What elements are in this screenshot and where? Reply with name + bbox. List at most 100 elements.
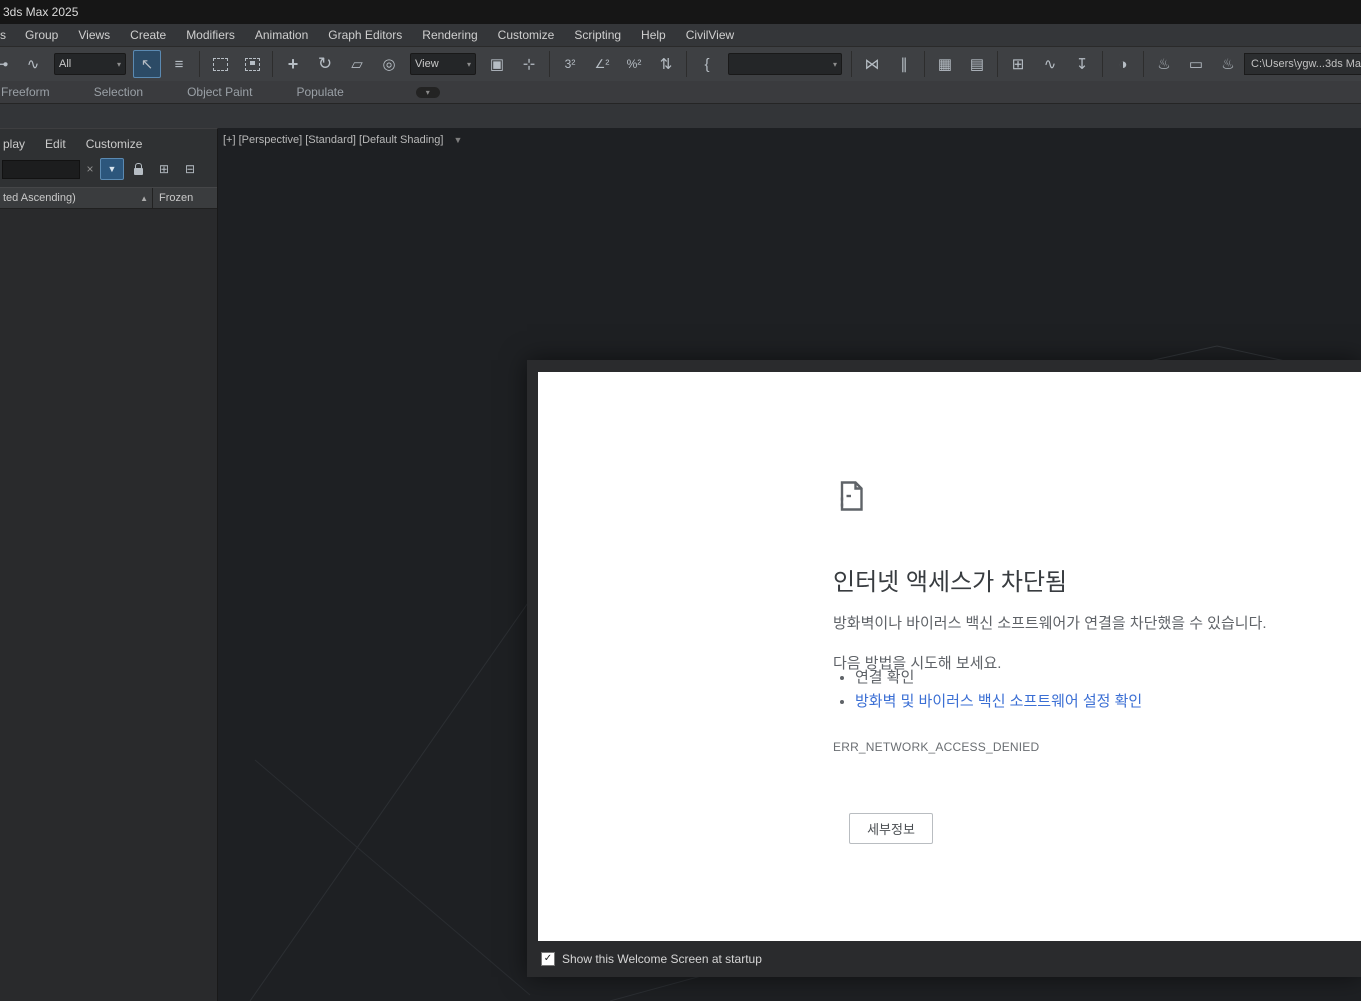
tree-collapse-icon[interactable]: ⊟ — [178, 158, 202, 180]
use-pivot-point-center-icon[interactable]: ▣ — [483, 50, 511, 78]
angle-snap-icon[interactable]: ∠² — [588, 50, 616, 78]
menu-item-animation[interactable]: Animation — [245, 28, 318, 42]
toggle-ribbon-icon[interactable]: ⊞ — [1004, 50, 1032, 78]
blocked-page-icon — [840, 481, 863, 511]
frozen-column-header[interactable]: Frozen — [153, 188, 217, 208]
ribbon-tab-populate[interactable]: Populate — [296, 85, 343, 99]
menu-item-modifiers[interactable]: Modifiers — [176, 28, 245, 42]
menu-item-group[interactable]: Group — [15, 28, 68, 42]
scene-explorer-toolbar: × ▼ ⊞ ⊟ — [0, 157, 217, 187]
ribbon-tab-freeform[interactable]: Freeform — [1, 85, 50, 99]
menu-bar: s Group Views Create Modifiers Animation… — [0, 24, 1361, 46]
display-filter-icon[interactable]: ▼ — [100, 158, 124, 180]
schematic-view-icon[interactable]: ↧ — [1068, 50, 1096, 78]
select-and-link-icon[interactable]: ⊶ — [0, 50, 15, 78]
spinner-snap-icon[interactable]: ⇅ — [652, 50, 680, 78]
toolbar-separator — [1143, 51, 1144, 77]
scene-explorer-menu-edit[interactable]: Edit — [45, 137, 66, 151]
dashed-rect-icon — [212, 57, 228, 71]
suggestion-text: 연결 확인 — [855, 669, 915, 686]
ribbon-tab-selection[interactable]: Selection — [94, 85, 143, 99]
sort-ascending-icon: ▲ — [140, 193, 148, 203]
window-crossing-toggle-icon[interactable] — [238, 50, 266, 78]
render-production-icon[interactable]: ♨ — [1214, 50, 1242, 78]
menu-item-scripting[interactable]: Scripting — [564, 28, 631, 42]
lock-icon[interactable] — [126, 158, 150, 180]
show-at-startup-checkbox[interactable]: ✓ — [541, 952, 555, 966]
welcome-screen-dialog: 인터넷 액세스가 차단됨 방화벽이나 바이러스 백신 소프트웨어가 연결을 차단… — [527, 360, 1361, 977]
project-path-field[interactable]: C:\Users\ygw...3ds Max — [1244, 53, 1361, 75]
suggestion-item-link: 방화벽 및 바이러스 백신 소프트웨어 설정 확인 — [855, 690, 1142, 714]
menu-item-create[interactable]: Create — [120, 28, 176, 42]
frozen-column-label: Frozen — [159, 192, 194, 204]
toggle-layer-explorer-icon[interactable]: ▤ — [963, 50, 991, 78]
sort-column-header[interactable]: ted Ascending) ▲ — [0, 188, 153, 208]
menu-item-customize[interactable]: Customize — [488, 28, 565, 42]
select-and-scale-icon[interactable]: ▱ — [343, 50, 371, 78]
details-button[interactable]: 세부정보 — [849, 813, 933, 844]
scene-explorer-column-header: ted Ascending) ▲ Frozen — [0, 187, 217, 209]
scene-explorer-menu-customize[interactable]: Customize — [86, 137, 143, 151]
rectangular-selection-region-icon[interactable] — [206, 50, 234, 78]
toolbar-separator — [199, 51, 200, 77]
show-at-startup-label: Show this Welcome Screen at startup — [562, 952, 762, 966]
network-error-page: 인터넷 액세스가 차단됨 방화벽이나 바이러스 백신 소프트웨어가 연결을 차단… — [538, 372, 1361, 941]
reference-coordinate-system-dropdown[interactable]: View ▾ — [410, 53, 476, 75]
render-setup-icon[interactable]: ♨ — [1150, 50, 1178, 78]
ribbon-tab-object-paint[interactable]: Object Paint — [187, 85, 252, 99]
lock-glyph — [133, 163, 143, 175]
menu-item-rendering[interactable]: Rendering — [412, 28, 487, 42]
tree-expand-icon[interactable]: ⊞ — [152, 158, 176, 180]
menu-item-graph-editors[interactable]: Graph Editors — [318, 28, 412, 42]
percent-snap-icon[interactable]: %² — [620, 50, 648, 78]
bind-to-space-warp-icon[interactable]: ∿ — [19, 50, 47, 78]
menu-item-help[interactable]: Help — [631, 28, 676, 42]
window-title: 3ds Max 2025 — [3, 5, 79, 19]
scene-explorer-panel: play Edit Customize × ▼ ⊞ ⊟ ted Ascendin… — [0, 128, 218, 1001]
curve-editor-icon[interactable]: ∿ — [1036, 50, 1064, 78]
selection-filter-dropdown[interactable]: All ▾ — [54, 53, 126, 75]
mirror-icon[interactable]: ⋈ — [858, 50, 886, 78]
welcome-browser-view: 인터넷 액세스가 차단됨 방화벽이나 바이러스 백신 소프트웨어가 연결을 차단… — [538, 372, 1361, 941]
chevron-down-icon: ▾ — [466, 59, 471, 69]
select-object-icon[interactable]: ↖ — [133, 50, 161, 78]
select-and-place-icon[interactable]: ◎ — [375, 50, 403, 78]
viewport-filter-icon[interactable]: ▼ — [453, 135, 462, 145]
material-editor-icon[interactable]: ◑ — [1109, 50, 1137, 78]
select-and-move-icon[interactable]: + — [279, 50, 307, 78]
scene-explorer-list[interactable] — [0, 209, 217, 1001]
workspace-background — [0, 104, 1361, 128]
toolbar-separator — [924, 51, 925, 77]
clear-search-icon[interactable]: × — [82, 162, 98, 176]
suggestion-item: 연결 확인 — [855, 666, 1142, 690]
coordinate-system-value: View — [415, 58, 439, 70]
firewall-settings-link[interactable]: 방화벽 및 바이러스 백신 소프트웨어 설정 확인 — [855, 693, 1142, 710]
dashed-rect-crossing-icon — [244, 57, 260, 71]
snaps-toggle-icon[interactable]: 3² — [556, 50, 584, 78]
viewport-label-bar: [+] [Perspective] [Standard] [Default Sh… — [223, 134, 462, 146]
ribbon-overflow-button[interactable]: ▾ — [415, 86, 440, 98]
menu-item-civilview[interactable]: CivilView — [676, 28, 744, 42]
sort-column-label: ted Ascending) — [3, 192, 76, 204]
rendered-frame-window-icon[interactable]: ▭ — [1182, 50, 1210, 78]
toolbar-separator — [686, 51, 687, 77]
toggle-scene-explorer-icon[interactable]: ▦ — [931, 50, 959, 78]
menu-item-tools-partial[interactable]: s — [0, 28, 15, 42]
error-title: 인터넷 액세스가 차단됨 — [833, 569, 1068, 596]
scene-explorer-search-input[interactable] — [2, 159, 80, 179]
toolbar-separator — [549, 51, 550, 77]
select-by-name-icon[interactable]: ≡ — [165, 50, 193, 78]
scene-explorer-menu-display-partial[interactable]: play — [3, 137, 25, 151]
welcome-dialog-footer: ✓ Show this Welcome Screen at startup — [527, 941, 1361, 977]
align-icon[interactable]: ∥ — [890, 50, 918, 78]
error-message: 방화벽이나 바이러스 백신 소프트웨어가 연결을 차단했을 수 있습니다. — [833, 615, 1267, 632]
error-code: ERR_NETWORK_ACCESS_DENIED — [833, 740, 1040, 754]
named-selection-sets-dropdown[interactable]: ▾ — [728, 53, 842, 75]
select-and-manipulate-icon[interactable]: ⊹ — [515, 50, 543, 78]
select-and-rotate-icon[interactable]: ↻ — [311, 50, 339, 78]
toolbar-separator — [1102, 51, 1103, 77]
edit-named-selection-sets-icon[interactable]: { — [693, 50, 721, 78]
menu-item-views[interactable]: Views — [68, 28, 120, 42]
viewport-label[interactable]: [+] [Perspective] [Standard] [Default Sh… — [223, 134, 443, 146]
3dsmax-window: 3ds Max 2025 s Group Views Create Modifi… — [0, 0, 1361, 1001]
